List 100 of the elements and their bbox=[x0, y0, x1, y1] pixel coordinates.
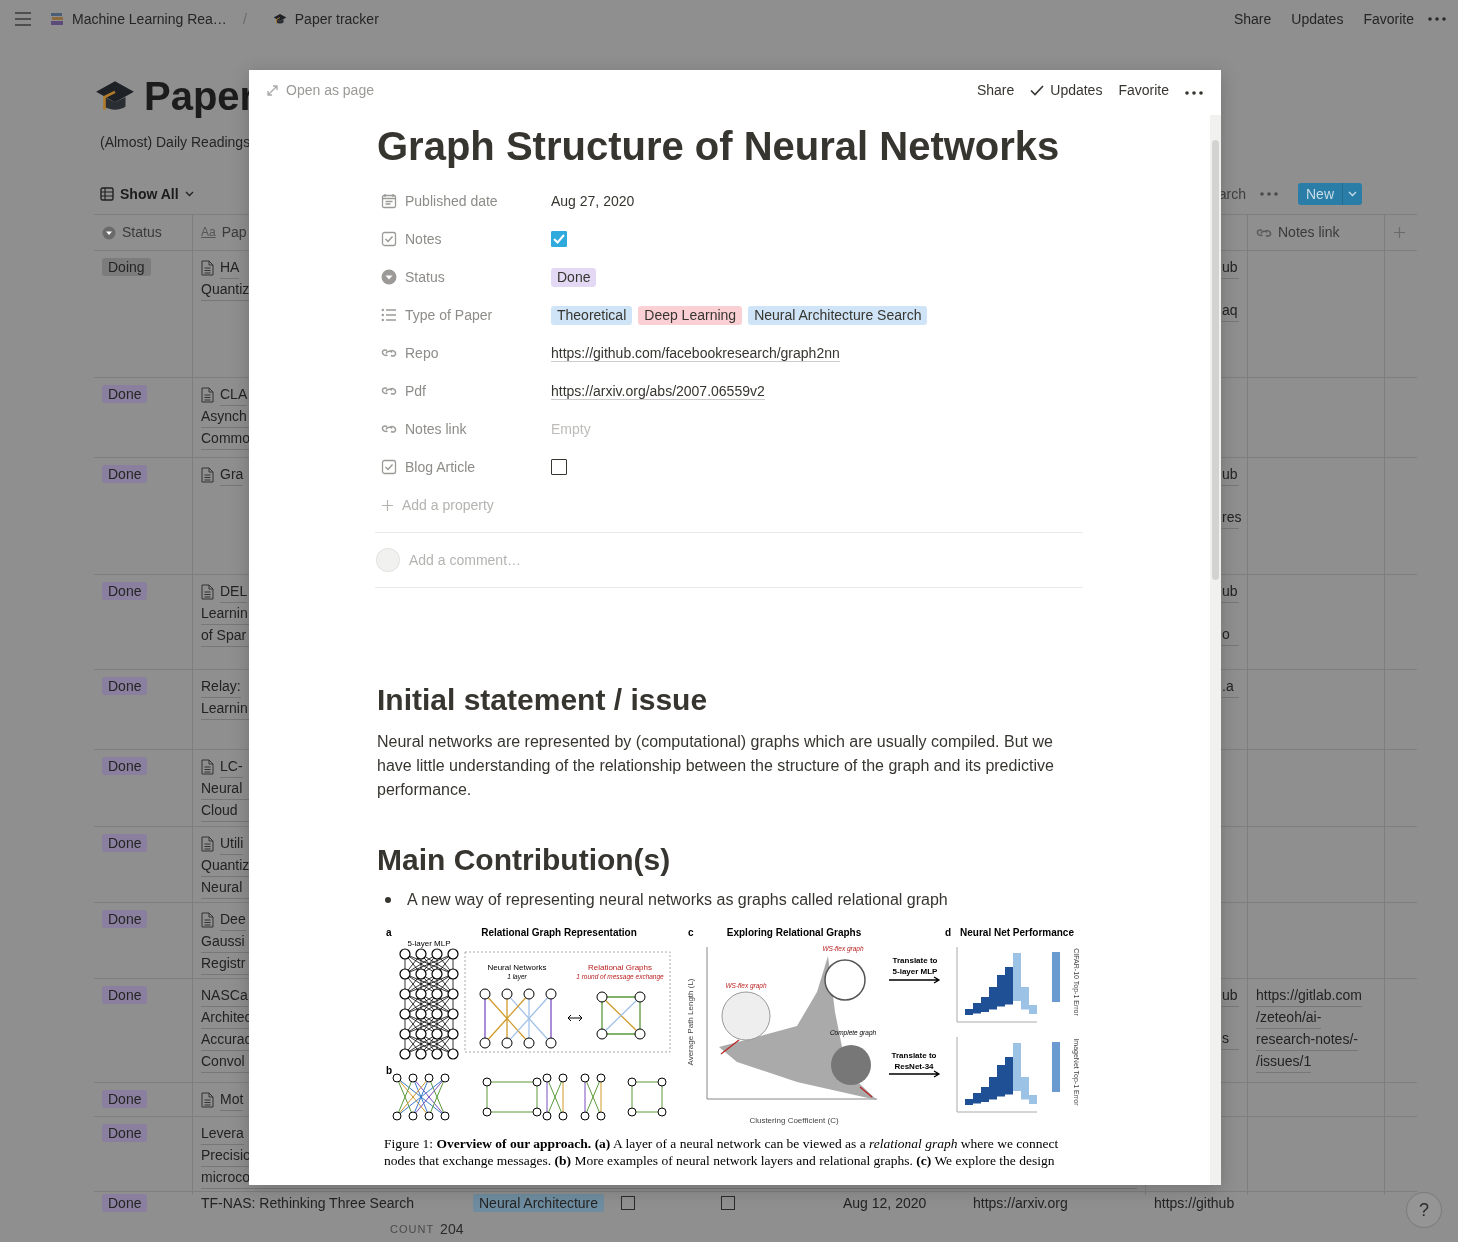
table-cell[interactable]: NASCa bbox=[201, 985, 248, 1007]
property-label[interactable]: Pdf bbox=[405, 383, 426, 399]
check-icon bbox=[1030, 84, 1045, 96]
table-cell[interactable]: https://arxiv.org bbox=[973, 1195, 1068, 1211]
column-header[interactable]: Pap bbox=[221, 222, 247, 243]
table-cell[interactable]: /zeteoh/ai- bbox=[1256, 1007, 1322, 1029]
topbar-link[interactable]: Share bbox=[1227, 11, 1278, 27]
table-cell[interactable]: .a bbox=[1222, 676, 1239, 698]
table-cell[interactable]: ub bbox=[1222, 257, 1239, 279]
table-cell: Aug 12, 2020 bbox=[843, 1195, 927, 1211]
page-title: Graph Structure of Neural Networks bbox=[377, 123, 1061, 170]
link-icon bbox=[381, 423, 397, 435]
status-tag: Done bbox=[102, 910, 148, 928]
breadcrumb[interactable]: Machine Learning Rea… bbox=[72, 11, 227, 27]
breadcrumb[interactable]: Paper tracker bbox=[294, 11, 379, 27]
link-icon bbox=[381, 385, 397, 397]
table-cell[interactable]: res bbox=[1222, 507, 1239, 529]
status-icon bbox=[381, 269, 397, 285]
table-cell[interactable]: aq bbox=[1222, 300, 1239, 322]
property-label[interactable]: Notes bbox=[405, 231, 442, 247]
table-cell[interactable]: /issues/1 bbox=[1256, 1051, 1312, 1073]
bullet-icon bbox=[385, 897, 391, 903]
table-cell[interactable]: research-notes/- bbox=[1256, 1029, 1358, 1051]
table-cell[interactable]: s bbox=[1222, 1028, 1239, 1050]
property-label[interactable]: Blog Article bbox=[405, 459, 476, 475]
help-button[interactable]: ? bbox=[1406, 1192, 1442, 1228]
property-label[interactable]: Published date bbox=[405, 193, 498, 209]
breadcrumb-separator: / bbox=[242, 11, 247, 27]
column-header[interactable]: Notes link bbox=[1278, 222, 1340, 243]
url-link[interactable]: https://arxiv.org/abs/2007.06559v2 bbox=[551, 382, 765, 400]
section-heading: Initial statement / issue bbox=[377, 682, 709, 718]
status-tag: Done bbox=[102, 986, 148, 1004]
menu-icon[interactable] bbox=[14, 12, 32, 26]
url-link[interactable]: https://github.com/facebookresearch/graph2nn bbox=[551, 344, 840, 362]
table-cell[interactable]: Relay: bbox=[201, 676, 241, 698]
checkbox[interactable] bbox=[721, 1196, 735, 1210]
avatar bbox=[377, 549, 399, 571]
add-column-icon[interactable] bbox=[1393, 226, 1406, 239]
link-icon bbox=[1256, 226, 1272, 239]
table-cell[interactable]: ub bbox=[1222, 464, 1239, 486]
bullet-text: A new way of representing neural networks as graphs called relational graph bbox=[407, 890, 948, 910]
panel-letter: a bbox=[386, 927, 392, 938]
table-cell[interactable]: Gra bbox=[220, 464, 244, 486]
tag[interactable]: Deep Learning bbox=[638, 305, 743, 325]
table-cell[interactable]: https://gitlab.com bbox=[1256, 985, 1362, 1007]
topbar-link[interactable]: Updates bbox=[1285, 11, 1350, 27]
table-cell[interactable]: CLA bbox=[220, 384, 248, 406]
link-icon bbox=[381, 347, 397, 359]
checkbox-icon bbox=[381, 459, 397, 475]
table-cell[interactable]: ub bbox=[1222, 985, 1239, 1007]
table-cell[interactable]: LC- bbox=[220, 756, 243, 778]
table-cell[interactable]: Utili bbox=[220, 833, 244, 855]
property-label[interactable]: Type of Paper bbox=[405, 307, 493, 323]
count-value: 204 bbox=[440, 1221, 464, 1237]
checkbox[interactable] bbox=[621, 1196, 635, 1210]
status-tag: Done bbox=[102, 1194, 148, 1212]
date-value[interactable]: Aug 27, 2020 bbox=[551, 193, 635, 209]
tag[interactable]: Neural Architecture Search bbox=[748, 305, 928, 325]
header-button[interactable]: Updates bbox=[1030, 82, 1103, 98]
arrow bbox=[888, 1070, 941, 1078]
status-tag: Doing bbox=[102, 258, 151, 276]
status-tag: Done bbox=[102, 465, 148, 483]
property-label[interactable]: Notes link bbox=[405, 421, 467, 437]
graph-thumbnail bbox=[824, 959, 866, 1001]
graph-thumbnail bbox=[831, 1045, 871, 1085]
table-cell[interactable]: o bbox=[1222, 624, 1239, 646]
figure-label: Translate to bbox=[892, 956, 938, 965]
more-icon[interactable] bbox=[1185, 91, 1203, 95]
table-cell[interactable]: Levera bbox=[201, 1123, 244, 1145]
panel-letter: b bbox=[386, 1065, 393, 1076]
tag[interactable]: Theoretical bbox=[551, 305, 633, 325]
tag: Neural Architecture bbox=[473, 1194, 605, 1212]
checkbox-icon bbox=[381, 231, 397, 247]
figure-label: Neural Networks bbox=[487, 963, 547, 972]
table-cell[interactable]: https://github bbox=[1154, 1195, 1235, 1211]
topbar-link[interactable]: Favorite bbox=[1357, 11, 1420, 27]
table-cell[interactable]: Mot bbox=[220, 1089, 244, 1111]
view-selector[interactable]: Show All bbox=[100, 186, 194, 202]
scrollbar[interactable] bbox=[1210, 115, 1221, 1185]
calendar-icon bbox=[381, 193, 397, 209]
status-tag: Done bbox=[102, 1124, 148, 1142]
checkbox[interactable] bbox=[551, 459, 567, 475]
table-cell[interactable]: HA bbox=[220, 257, 240, 279]
cap-icon bbox=[272, 12, 287, 26]
panel-title: Exploring Relational Graphs bbox=[726, 927, 862, 938]
property-label[interactable]: Repo bbox=[405, 345, 439, 361]
table-cell[interactable]: ub bbox=[1222, 581, 1239, 603]
header-button[interactable]: Favorite bbox=[1118, 82, 1169, 98]
plus-icon[interactable] bbox=[381, 498, 394, 512]
property-label[interactable]: Status bbox=[405, 269, 445, 285]
status-icon bbox=[102, 225, 116, 240]
column-header[interactable]: Status bbox=[122, 222, 162, 243]
open-as-page-button[interactable]: Open as page bbox=[267, 82, 374, 98]
table-cell[interactable]: DEL bbox=[220, 581, 248, 603]
header-button[interactable]: Share bbox=[976, 82, 1015, 98]
checkbox[interactable] bbox=[551, 231, 567, 247]
table-cell[interactable]: Dee bbox=[220, 909, 246, 931]
figure-label: 5-layer MLP bbox=[407, 939, 451, 948]
table-cell[interactable]: TF-NAS: Rethinking Three Search bbox=[201, 1195, 414, 1211]
tag[interactable]: Done bbox=[551, 267, 597, 287]
